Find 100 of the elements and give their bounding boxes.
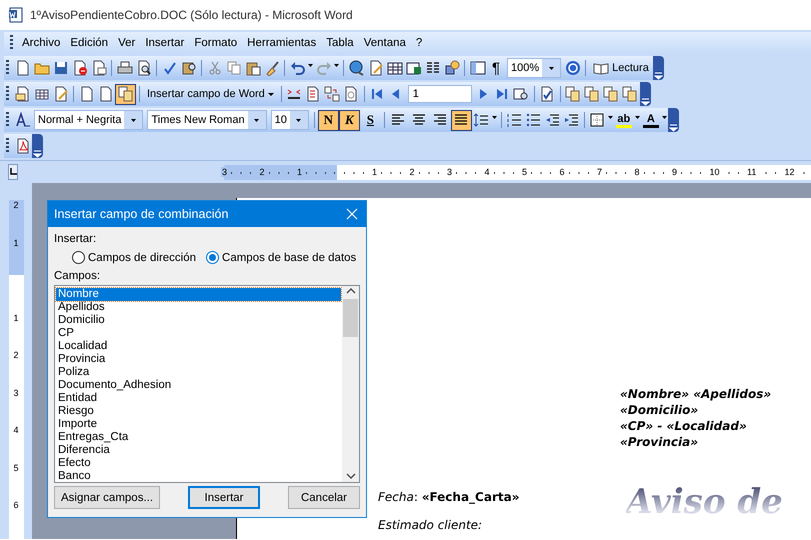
find-entry-icon[interactable]: [513, 86, 530, 102]
menu-item[interactable]: Ventana: [358, 37, 411, 49]
list-item[interactable]: Banco: [56, 470, 341, 483]
print-preview-icon[interactable]: [136, 60, 152, 76]
list-item[interactable]: Nombre: [56, 288, 341, 301]
menu-item[interactable]: Formato: [189, 37, 242, 49]
insert-field-button[interactable]: Insertar campo de Word: [143, 84, 278, 104]
radio-label[interactable]: Campos de dirección: [88, 252, 196, 264]
list-item[interactable]: Importe: [56, 418, 341, 431]
list-item[interactable]: Poliza: [56, 366, 341, 379]
dropdown-field[interactable]: Times New Roman: [147, 110, 267, 130]
envelope-page-icon[interactable]: [14, 86, 30, 102]
pdf-page-icon[interactable]: [14, 138, 30, 154]
dialog-button[interactable]: Cancelar: [288, 486, 360, 509]
toggle-button[interactable]: [115, 84, 136, 104]
page-icon[interactable]: [78, 86, 94, 102]
dropdown-field[interactable]: 100%: [507, 58, 562, 78]
ruler-number: 4: [13, 425, 18, 435]
document-map-icon[interactable]: [470, 60, 486, 76]
page-pencil-icon[interactable]: [52, 86, 68, 102]
dropdown-field[interactable]: 10: [270, 110, 309, 130]
line-spacing-icon[interactable]: [473, 112, 490, 128]
ruler-number: 7: [596, 167, 604, 177]
ruler-number: 2: [408, 167, 416, 177]
ruler-number: 8: [634, 167, 641, 177]
dialog-button[interactable]: Insertar: [188, 486, 260, 509]
list-item[interactable]: Entregas_Cta: [56, 431, 341, 444]
menu-item[interactable]: ?: [410, 37, 428, 49]
table-icon[interactable]: [386, 60, 402, 76]
bulleted-list-icon[interactable]: [525, 112, 542, 128]
menu-item[interactable]: Tabla: [321, 37, 359, 49]
toggle-button[interactable]: [450, 110, 472, 130]
list-item[interactable]: Domicilio: [56, 314, 341, 327]
menu-item[interactable]: Edición: [65, 37, 114, 49]
check-errors-icon[interactable]: [539, 86, 556, 102]
list-item[interactable]: Riesgo: [56, 405, 341, 418]
paintbrush-icon[interactable]: [264, 60, 280, 76]
help-icon[interactable]: [564, 60, 581, 76]
toolbar-options-icon[interactable]: [33, 149, 42, 158]
menu-item[interactable]: Herramientas: [242, 37, 322, 49]
printer-icon[interactable]: [116, 60, 132, 76]
ruler-number: 3: [446, 167, 454, 177]
toolbar-options-icon[interactable]: [654, 71, 663, 80]
formatting-marks-button[interactable]: ¶: [487, 60, 505, 76]
window-title: 1ºAvisoPendienteCobro.DOC (Sólo lectura) - Microsoft Word: [30, 8, 353, 22]
merge-pages-icon[interactable]: [622, 86, 638, 102]
radio-button[interactable]: [72, 251, 85, 264]
dropdown-field[interactable]: Normal + Negrita: [34, 110, 144, 130]
tab-stop-selector[interactable]: [8, 164, 18, 180]
page-refresh-icon[interactable]: [343, 86, 360, 102]
decrease-indent-icon[interactable]: [544, 112, 560, 128]
format-toggle-button[interactable]: K: [338, 110, 360, 130]
clipboard-icon[interactable]: [244, 60, 260, 76]
spelling-check-icon[interactable]: [162, 60, 178, 76]
ruler-number: 12: [784, 167, 796, 177]
radio-label[interactable]: Campos de base de datos: [222, 252, 356, 264]
merge-arrows-icon[interactable]: [324, 86, 340, 102]
list-item[interactable]: Provincia: [56, 353, 341, 366]
page-envelope-icon[interactable]: [90, 60, 106, 76]
merge-pages-icon[interactable]: [584, 86, 600, 102]
spreadsheet-icon[interactable]: [406, 60, 422, 76]
restricted-page-icon[interactable]: [72, 60, 88, 76]
menu-item[interactable]: Ver: [113, 37, 140, 49]
list-item[interactable]: Apellidos: [56, 301, 341, 314]
page-icon[interactable]: [98, 86, 114, 102]
border-icon[interactable]: [589, 112, 606, 128]
close-icon[interactable]: [346, 208, 358, 220]
page-icon[interactable]: [14, 60, 30, 76]
scrollbar-thumb[interactable]: [343, 299, 358, 337]
list-item[interactable]: Diferencia: [56, 444, 341, 457]
undo-icon[interactable]: [290, 60, 306, 76]
radio-button[interactable]: [206, 251, 220, 264]
list-item[interactable]: Efecto: [56, 457, 341, 470]
research-book-icon[interactable]: [180, 60, 196, 76]
columns-icon[interactable]: [424, 60, 440, 76]
highlight-button[interactable]: ab: [614, 110, 634, 130]
drawing-shapes-icon[interactable]: [444, 60, 460, 76]
format-toggle-button[interactable]: S: [360, 110, 381, 130]
merge-pages-icon[interactable]: [603, 86, 620, 102]
record-number-field[interactable]: 1: [408, 85, 472, 103]
increase-indent-icon[interactable]: [563, 112, 580, 128]
scrollbar[interactable]: [342, 286, 359, 482]
page-pencil-icon[interactable]: [368, 60, 384, 76]
format-toggle-button[interactable]: N: [318, 110, 339, 130]
numbered-list-icon[interactable]: [506, 112, 522, 128]
list-item[interactable]: Localidad: [56, 340, 341, 353]
toolbar-options-icon[interactable]: [640, 97, 650, 106]
scissors-icon[interactable]: [206, 60, 222, 76]
list-item[interactable]: CP: [56, 327, 341, 340]
reading-button[interactable]: Lectura: [589, 58, 653, 78]
styles-icon[interactable]: [14, 112, 30, 128]
list-item[interactable]: Documento_Adhesion: [56, 379, 341, 392]
menu-item[interactable]: Archivo: [17, 37, 66, 49]
menu-item[interactable]: Insertar: [140, 37, 190, 49]
toolbar-options-icon[interactable]: [668, 123, 678, 132]
dialog-button[interactable]: Asignar campos...: [54, 486, 160, 509]
list-item[interactable]: Entidad: [56, 392, 341, 405]
merge-pages-icon[interactable]: [565, 86, 582, 102]
page-list-icon[interactable]: [305, 86, 322, 102]
font-color-button[interactable]: A: [640, 110, 661, 130]
